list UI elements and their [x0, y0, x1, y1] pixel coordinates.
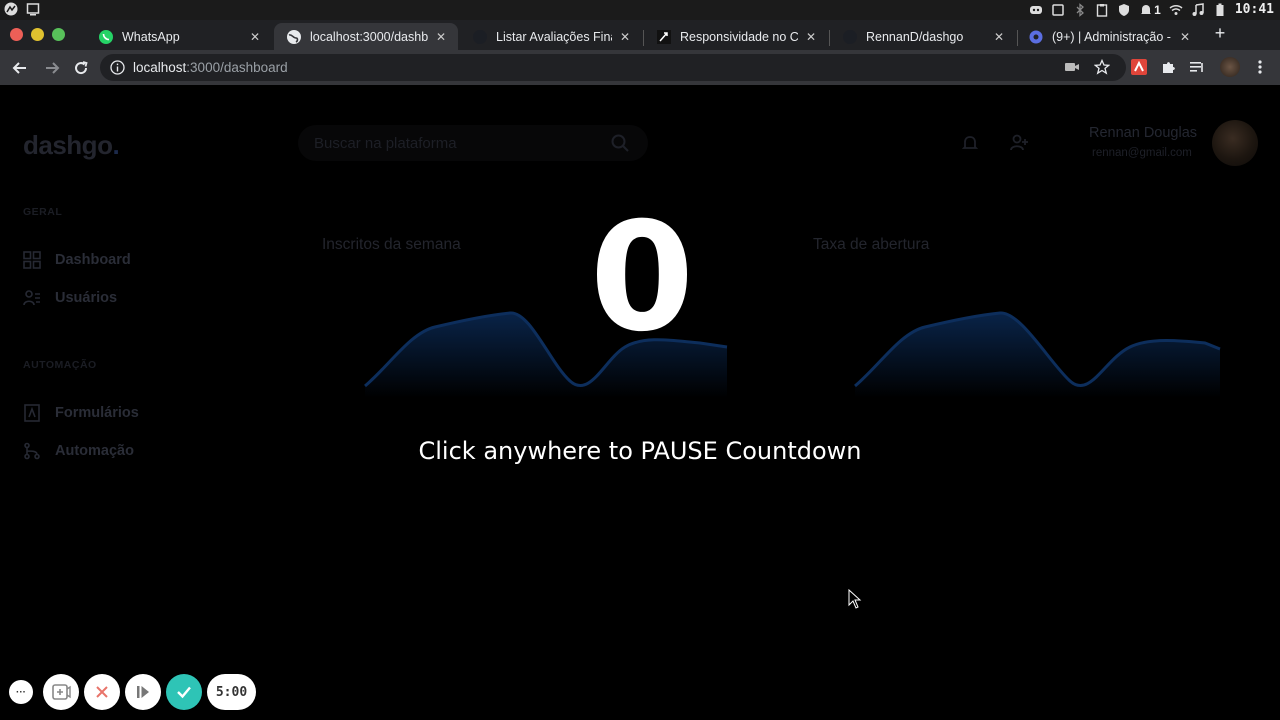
- bell-icon: [1141, 4, 1152, 14]
- screen-add-icon: [52, 684, 71, 700]
- page-content[interactable]: dashgo. Buscar na plataforma Rennan Doug…: [0, 85, 1280, 720]
- search-icon[interactable]: [610, 133, 630, 153]
- extensions-puzzle-icon[interactable]: [1161, 59, 1177, 75]
- annotate-button[interactable]: [43, 674, 79, 710]
- close-icon: [96, 686, 108, 698]
- mouse-cursor-icon: [848, 589, 862, 609]
- url-text: localhost:3000/dashboard: [133, 60, 288, 75]
- extension-red-icon[interactable]: [1131, 59, 1147, 75]
- url-host: localhost: [133, 60, 187, 75]
- checkmark-icon: [177, 686, 191, 699]
- tab-close-icon[interactable]: ✕: [434, 30, 448, 44]
- tab-label: RennanD/dashgo: [866, 29, 964, 44]
- address-bar[interactable]: localhost:3000/dashboard: [100, 54, 1126, 81]
- tab-close-icon[interactable]: ✕: [618, 30, 632, 44]
- tab-label: Listar Avaliações Finali: [496, 29, 612, 44]
- add-user-icon[interactable]: [1009, 133, 1029, 153]
- tab-close-icon[interactable]: ✕: [804, 30, 818, 44]
- notifications[interactable]: 1: [1139, 3, 1161, 17]
- bookmark-star-icon[interactable]: [1094, 59, 1110, 75]
- globe-icon: [287, 29, 301, 44]
- wifi-icon[interactable]: [1169, 3, 1183, 17]
- pause-recording-button[interactable]: [125, 674, 161, 710]
- form-icon: [24, 404, 40, 422]
- tab-label: Responsividade no Ch: [680, 29, 798, 44]
- clock[interactable]: 10:41: [1235, 2, 1274, 17]
- tab-rennand-dashgo[interactable]: RennanD/dashgo ✕: [830, 23, 1016, 50]
- notification-bell-icon[interactable]: [960, 133, 980, 153]
- tab-localhost[interactable]: localhost:3000/dashbo ✕: [274, 23, 458, 50]
- reload-button[interactable]: [71, 58, 91, 78]
- back-button[interactable]: [10, 58, 30, 78]
- browser-toolbar: localhost:3000/dashboard: [0, 50, 1280, 85]
- sidebar-item-label: Formulários: [55, 405, 139, 421]
- tab-label: localhost:3000/dashbo: [310, 29, 428, 44]
- window-icon[interactable]: [26, 2, 40, 16]
- tab-administracao[interactable]: (9+) | Administração - C ✕: [1016, 23, 1202, 50]
- countdown-number[interactable]: 0: [0, 203, 1280, 353]
- kebab-menu-icon[interactable]: [1252, 59, 1268, 75]
- tab-close-icon[interactable]: ✕: [1178, 30, 1192, 44]
- camera-icon[interactable]: [1064, 59, 1080, 75]
- profile-avatar[interactable]: [1220, 57, 1240, 77]
- tab-close-icon[interactable]: ✕: [248, 30, 262, 44]
- logo-dot: .: [112, 130, 120, 160]
- music-icon[interactable]: [1191, 2, 1205, 17]
- maximize-window-button[interactable]: [52, 28, 65, 41]
- recording-timer: 5:00: [207, 674, 256, 710]
- tab-whatsapp[interactable]: WhatsApp ✕: [86, 23, 272, 50]
- forward-button[interactable]: [42, 58, 62, 78]
- sidebar-item-formularios[interactable]: Formulários: [23, 404, 139, 422]
- search-placeholder: Buscar na plataforma: [314, 135, 457, 152]
- sidebar-section-automacao: AUTOMAÇÃO: [23, 359, 97, 371]
- monitor-icon[interactable]: [1051, 3, 1065, 17]
- cancel-recording-button[interactable]: [84, 674, 120, 710]
- rocketseat-icon: [657, 29, 671, 44]
- url-path: :3000/dashboard: [186, 60, 288, 75]
- tab-close-icon[interactable]: ✕: [992, 30, 1006, 44]
- more-options-button[interactable]: ···: [9, 680, 33, 704]
- reading-list-icon[interactable]: [1189, 59, 1205, 75]
- tab-strip: WhatsApp ✕ localhost:3000/dashbo ✕ Lista…: [0, 20, 1280, 50]
- tab-listar-avaliacoes[interactable]: Listar Avaliações Finali ✕: [460, 23, 642, 50]
- new-tab-button[interactable]: +: [1212, 23, 1228, 44]
- discord-icon[interactable]: [1029, 3, 1043, 17]
- bluetooth-icon[interactable]: [1073, 2, 1087, 17]
- whatsapp-icon: [99, 29, 113, 44]
- back-arrow-icon: [12, 62, 26, 74]
- tab-label: (9+) | Administração - C: [1052, 29, 1172, 44]
- app-logo[interactable]: dashgo.: [23, 130, 120, 161]
- gear-icon: [1029, 30, 1043, 43]
- github-icon: [473, 29, 487, 44]
- close-window-button[interactable]: [10, 28, 23, 41]
- notification-count: 1: [1154, 2, 1161, 17]
- tab-responsividade[interactable]: Responsividade no Ch ✕: [644, 23, 828, 50]
- info-icon[interactable]: [110, 60, 125, 75]
- minimize-window-button[interactable]: [31, 28, 44, 41]
- logo-text: dashgo: [23, 130, 113, 160]
- shield-icon[interactable]: [1117, 3, 1131, 17]
- search-input[interactable]: Buscar na plataforma: [298, 125, 648, 161]
- user-name: Rennan Douglas: [1089, 125, 1198, 141]
- reload-icon: [75, 61, 88, 75]
- finish-recording-button[interactable]: [166, 674, 202, 710]
- github-icon: [843, 29, 857, 44]
- avatar[interactable]: [1212, 120, 1258, 166]
- user-email: rennan@gmail.com: [1092, 147, 1192, 159]
- pause-countdown-message[interactable]: Click anywhere to PAUSE Countdown: [0, 437, 1280, 465]
- window-controls: [10, 28, 65, 41]
- clipboard-icon[interactable]: [1095, 3, 1109, 17]
- tab-label: WhatsApp: [122, 29, 180, 44]
- battery-icon[interactable]: [1213, 3, 1227, 17]
- distro-logo-icon[interactable]: [4, 2, 18, 16]
- forward-arrow-icon: [46, 62, 60, 74]
- system-bar: 1 10:41: [0, 0, 1280, 20]
- play-pause-icon: [137, 686, 149, 698]
